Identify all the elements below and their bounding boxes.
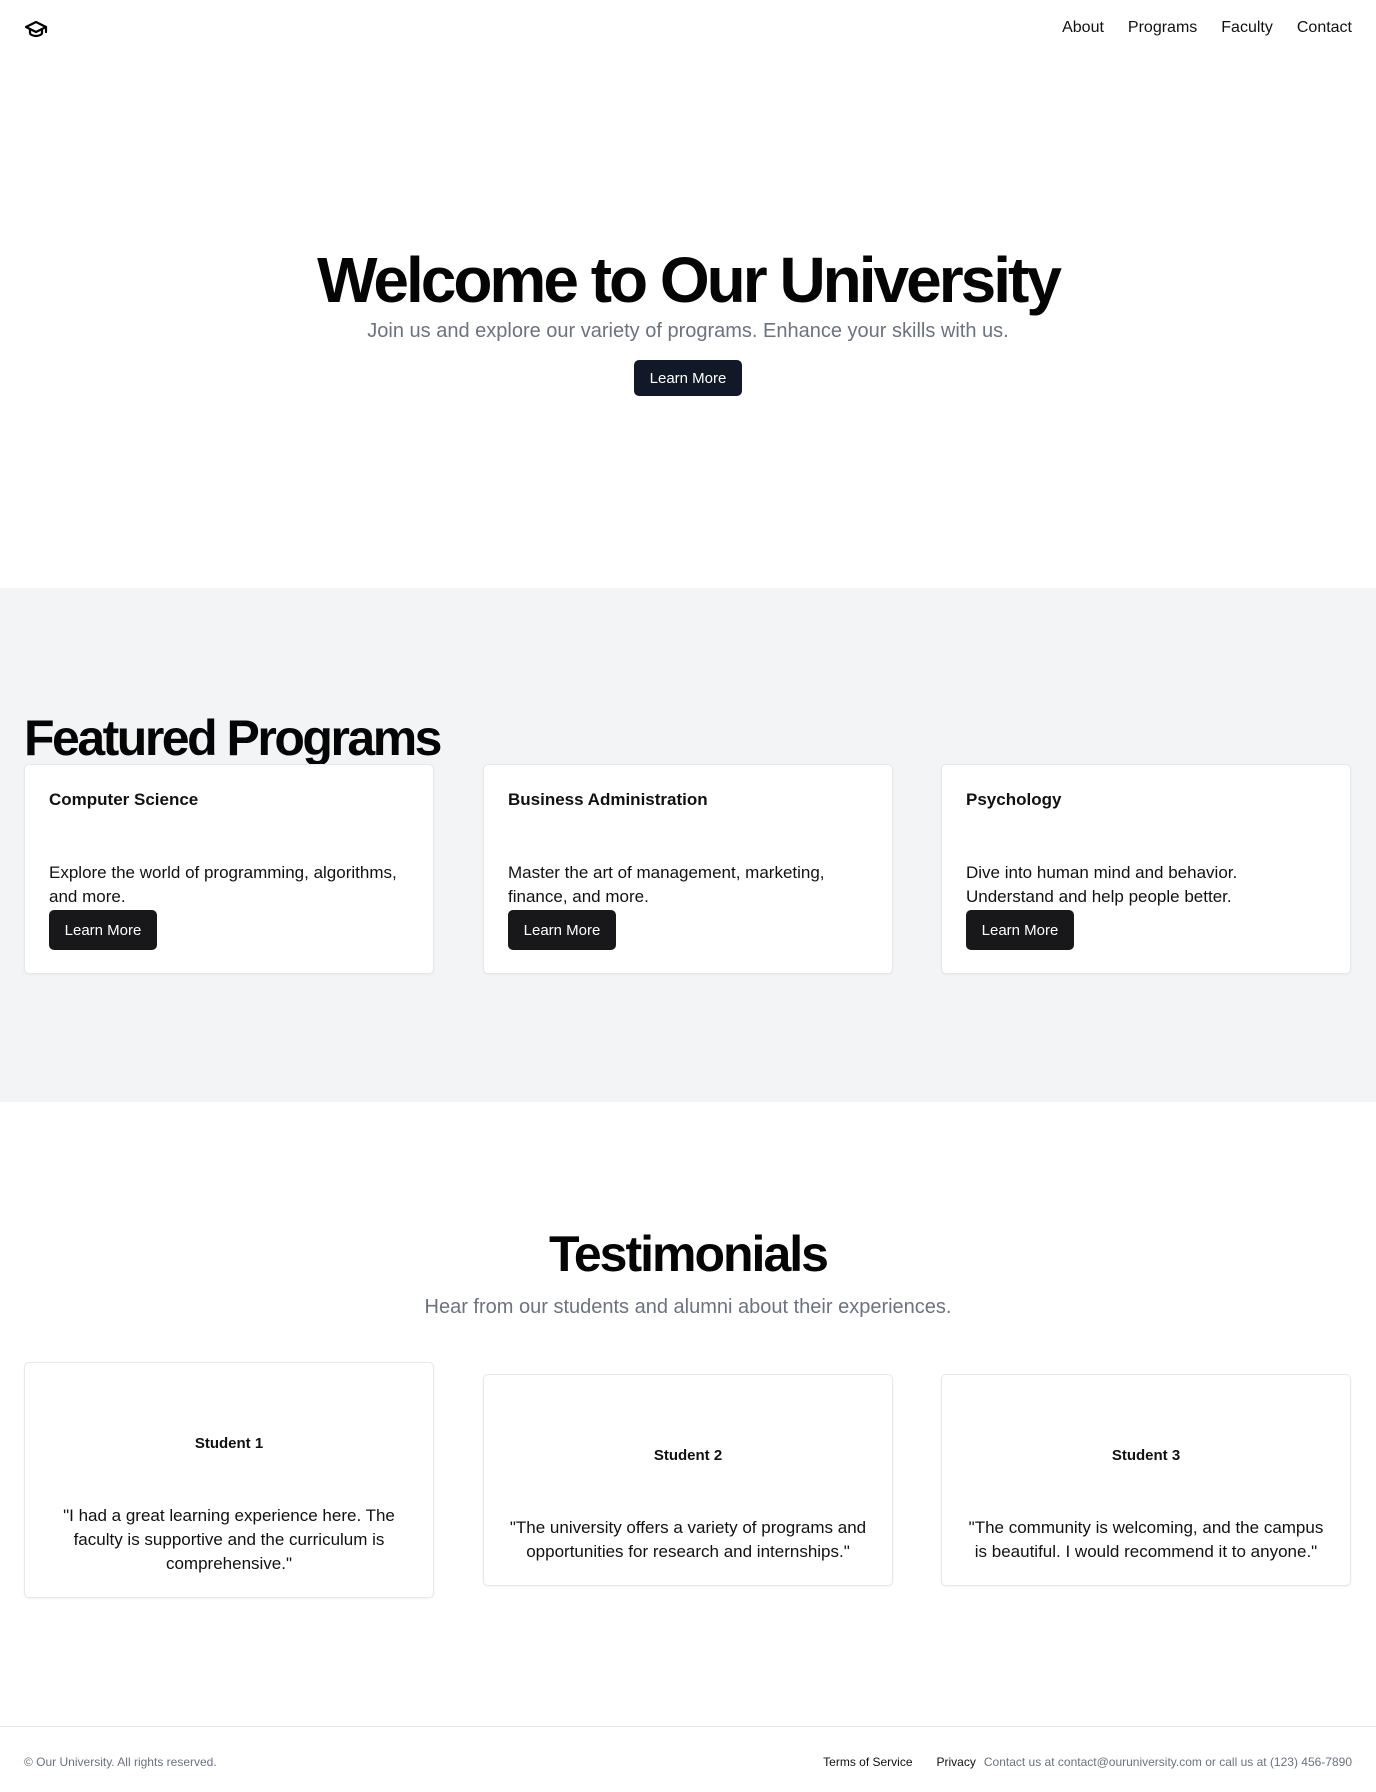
testimonials-title: Testimonials <box>549 1226 829 1282</box>
hero-section: Welcome to Our University Join us and ex… <box>0 56 1376 588</box>
testimonial-name: Student 1 <box>194 1435 264 1452</box>
main-nav: About Programs Faculty Contact <box>1062 18 1352 38</box>
featured-programs-section: Featured Programs Computer Science Explo… <box>0 588 1376 1102</box>
nav-link-about[interactable]: About <box>1062 18 1104 38</box>
hero-title: Welcome to Our University <box>317 244 1062 316</box>
program-card-computer-science: Computer Science Explore the world of pr… <box>24 764 434 974</box>
contact-text: Contact us at contact@ouruniversity.com … <box>983 1755 1352 1769</box>
testimonial-card: Student 2 "The university offers a varie… <box>483 1374 893 1586</box>
copyright-text: © Our University. All rights reserved. <box>24 1755 217 1769</box>
testimonials-section: Testimonials Hear from our students and … <box>0 1102 1376 1726</box>
hero-subtitle: Join us and explore our variety of progr… <box>367 320 1009 342</box>
nav-link-contact[interactable]: Contact <box>1297 18 1352 38</box>
privacy-link[interactable]: Privacy <box>937 1754 976 1770</box>
program-card-description: Dive into human mind and behavior. Under… <box>966 863 1238 906</box>
program-card-business-administration: Business Administration Master the art o… <box>483 764 893 974</box>
footer-links: Terms of Service Privacy Contact us at c… <box>823 1754 1352 1770</box>
graduation-cap-icon[interactable] <box>24 17 48 41</box>
testimonial-name: Student 3 <box>1111 1447 1181 1464</box>
testimonial-card: Student 3 "The community is welcoming, a… <box>941 1374 1351 1586</box>
site-footer: © Our University. All rights reserved. T… <box>0 1726 1376 1792</box>
terms-of-service-link[interactable]: Terms of Service <box>823 1754 912 1770</box>
program-card-title: Computer Science <box>49 790 199 809</box>
program-learn-more-button[interactable]: Learn More <box>508 910 616 950</box>
testimonials-subtitle: Hear from our students and alumni about … <box>424 1296 952 1318</box>
hero-learn-more-button[interactable]: Learn More <box>634 360 742 396</box>
testimonial-card: Student 1 "I had a great learning experi… <box>24 1362 434 1598</box>
program-card-psychology: Psychology Dive into human mind and beha… <box>941 764 1351 974</box>
nav-link-programs[interactable]: Programs <box>1128 18 1197 38</box>
programs-title: Featured Programs <box>24 710 442 766</box>
nav-link-faculty[interactable]: Faculty <box>1221 18 1273 38</box>
program-card-title: Business Administration <box>508 790 708 809</box>
testimonial-quote: "I had a great learning experience here.… <box>63 1506 395 1573</box>
program-card-description: Master the art of management, marketing,… <box>508 863 825 906</box>
testimonial-quote: "The university offers a variety of prog… <box>509 1518 867 1561</box>
program-learn-more-button[interactable]: Learn More <box>966 910 1074 950</box>
program-learn-more-button[interactable]: Learn More <box>49 910 157 950</box>
program-card-description: Explore the world of programming, algori… <box>49 863 397 906</box>
site-header: About Programs Faculty Contact <box>0 0 1376 56</box>
program-card-title: Psychology <box>966 790 1062 809</box>
testimonial-name: Student 2 <box>653 1447 723 1464</box>
testimonial-quote: "The community is welcoming, and the cam… <box>968 1518 1324 1561</box>
